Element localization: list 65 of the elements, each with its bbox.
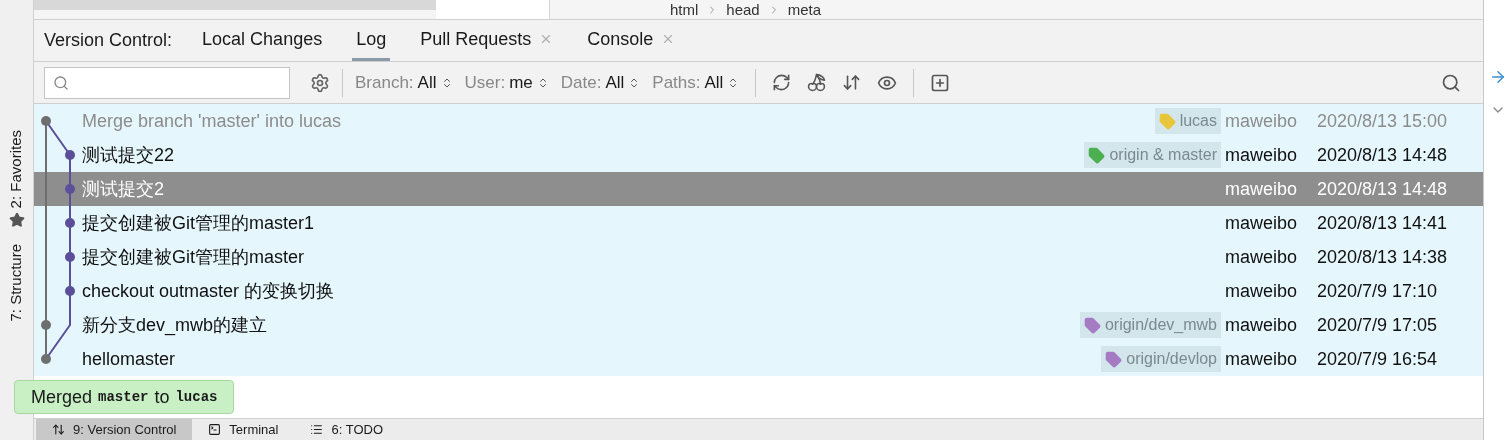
refresh-icon[interactable] (772, 73, 792, 92)
search-field[interactable] (44, 66, 290, 99)
commit-date: 2020/8/13 14:48 (1317, 143, 1449, 167)
tool-window-button[interactable]: Terminal (192, 419, 295, 440)
list-icon (310, 423, 324, 436)
commit-message: 测试提交2 (82, 177, 164, 201)
tool-window-button[interactable]: 9: Version Control (36, 419, 193, 440)
commit-date: 2020/7/9 16:54 (1317, 347, 1439, 371)
commit-author: maweibo (1225, 211, 1299, 235)
commit-author: maweibo (1225, 245, 1299, 269)
tab[interactable]: Pull Requests (416, 20, 558, 61)
commit-message: Merge branch 'master' into lucas (82, 109, 341, 133)
arrows-icon (52, 423, 65, 436)
filter-dropdown[interactable]: Branch: All (355, 69, 453, 96)
tool-window-button[interactable]: 6: TODO (294, 419, 399, 440)
branch-label: origin/devlop (1101, 346, 1221, 372)
filter-dropdown[interactable]: Paths: All (652, 69, 740, 96)
commit-message: 测试提交22 (82, 143, 175, 167)
tab[interactable]: Console (583, 20, 680, 61)
commit-row[interactable]: 新分支dev_mwb的建立 origin/dev_mwb maweibo 2020/7/9 17:05 (34, 308, 1483, 342)
star-icon (8, 212, 25, 229)
commit-message: 提交创建被Git管理的master1 (82, 211, 315, 235)
commit-date: 2020/8/13 15:00 (1317, 109, 1449, 133)
commit-date: 2020/8/13 14:48 (1317, 177, 1449, 201)
filter-dropdown[interactable]: Date: All (560, 69, 641, 96)
notification-balloon: Merged master to lucas (14, 380, 235, 414)
commit-message: 新分支dev_mwb的建立 (82, 313, 268, 338)
breadcrumb[interactable]: head (726, 2, 760, 17)
terminal-icon (208, 423, 222, 436)
breadcrumb[interactable]: meta (787, 2, 822, 17)
arrow-icon[interactable] (1489, 68, 1507, 86)
sort-icon[interactable] (842, 73, 862, 92)
tool-window-label: Version Control: (44, 29, 173, 52)
branch-label: origin/dev_mwb (1079, 312, 1221, 338)
commit-author: maweibo (1225, 347, 1299, 371)
commit-date: 2020/7/9 17:10 (1317, 279, 1439, 303)
commit-date: 2020/8/13 14:41 (1317, 211, 1449, 235)
breadcrumb[interactable]: html (670, 2, 699, 17)
side-tab[interactable]: 7: Structure (5, 244, 28, 322)
commit-date: 2020/8/13 14:38 (1317, 245, 1449, 269)
commit-message: 提交创建被Git管理的master (82, 245, 304, 269)
filter-dropdown[interactable]: User: me (464, 69, 549, 96)
commit-date: 2020/7/9 17:05 (1317, 313, 1439, 337)
branch-label: origin & master (1084, 142, 1221, 168)
commit-row[interactable]: checkout outmaster 的变换切换 maweibo 2020/7/9 17:10 (34, 274, 1483, 308)
tab[interactable]: Local Changes (198, 20, 327, 61)
commit-row[interactable]: 提交创建被Git管理的master maweibo 2020/8/13 14:38 (34, 240, 1483, 274)
add-box-icon[interactable] (930, 72, 951, 93)
search-icon (53, 74, 69, 91)
commit-author: maweibo (1225, 143, 1299, 167)
commit-row[interactable]: 提交创建被Git管理的master1 maweibo 2020/8/13 14:41 (34, 206, 1483, 240)
cherry-icon[interactable] (807, 73, 827, 92)
commit-author: maweibo (1225, 313, 1299, 337)
commit-author: maweibo (1225, 279, 1299, 303)
branch-label: lucas (1154, 108, 1221, 134)
side-tab[interactable]: 2: Favorites (5, 130, 28, 209)
tab[interactable]: Log (352, 20, 391, 61)
commit-row[interactable]: 测试提交22 origin & master maweibo 2020/8/13 14:48 (34, 138, 1483, 172)
commit-message: hellomaster (82, 347, 176, 371)
commit-author: maweibo (1225, 109, 1299, 133)
settings-icon[interactable] (310, 72, 330, 93)
commit-author: maweibo (1225, 177, 1299, 201)
commit-message: checkout outmaster 的变换切换 (82, 279, 335, 303)
search-icon[interactable] (1441, 72, 1461, 93)
commit-row[interactable]: hellomaster origin/devlop maweibo 2020/7/9 16:54 (34, 342, 1483, 376)
